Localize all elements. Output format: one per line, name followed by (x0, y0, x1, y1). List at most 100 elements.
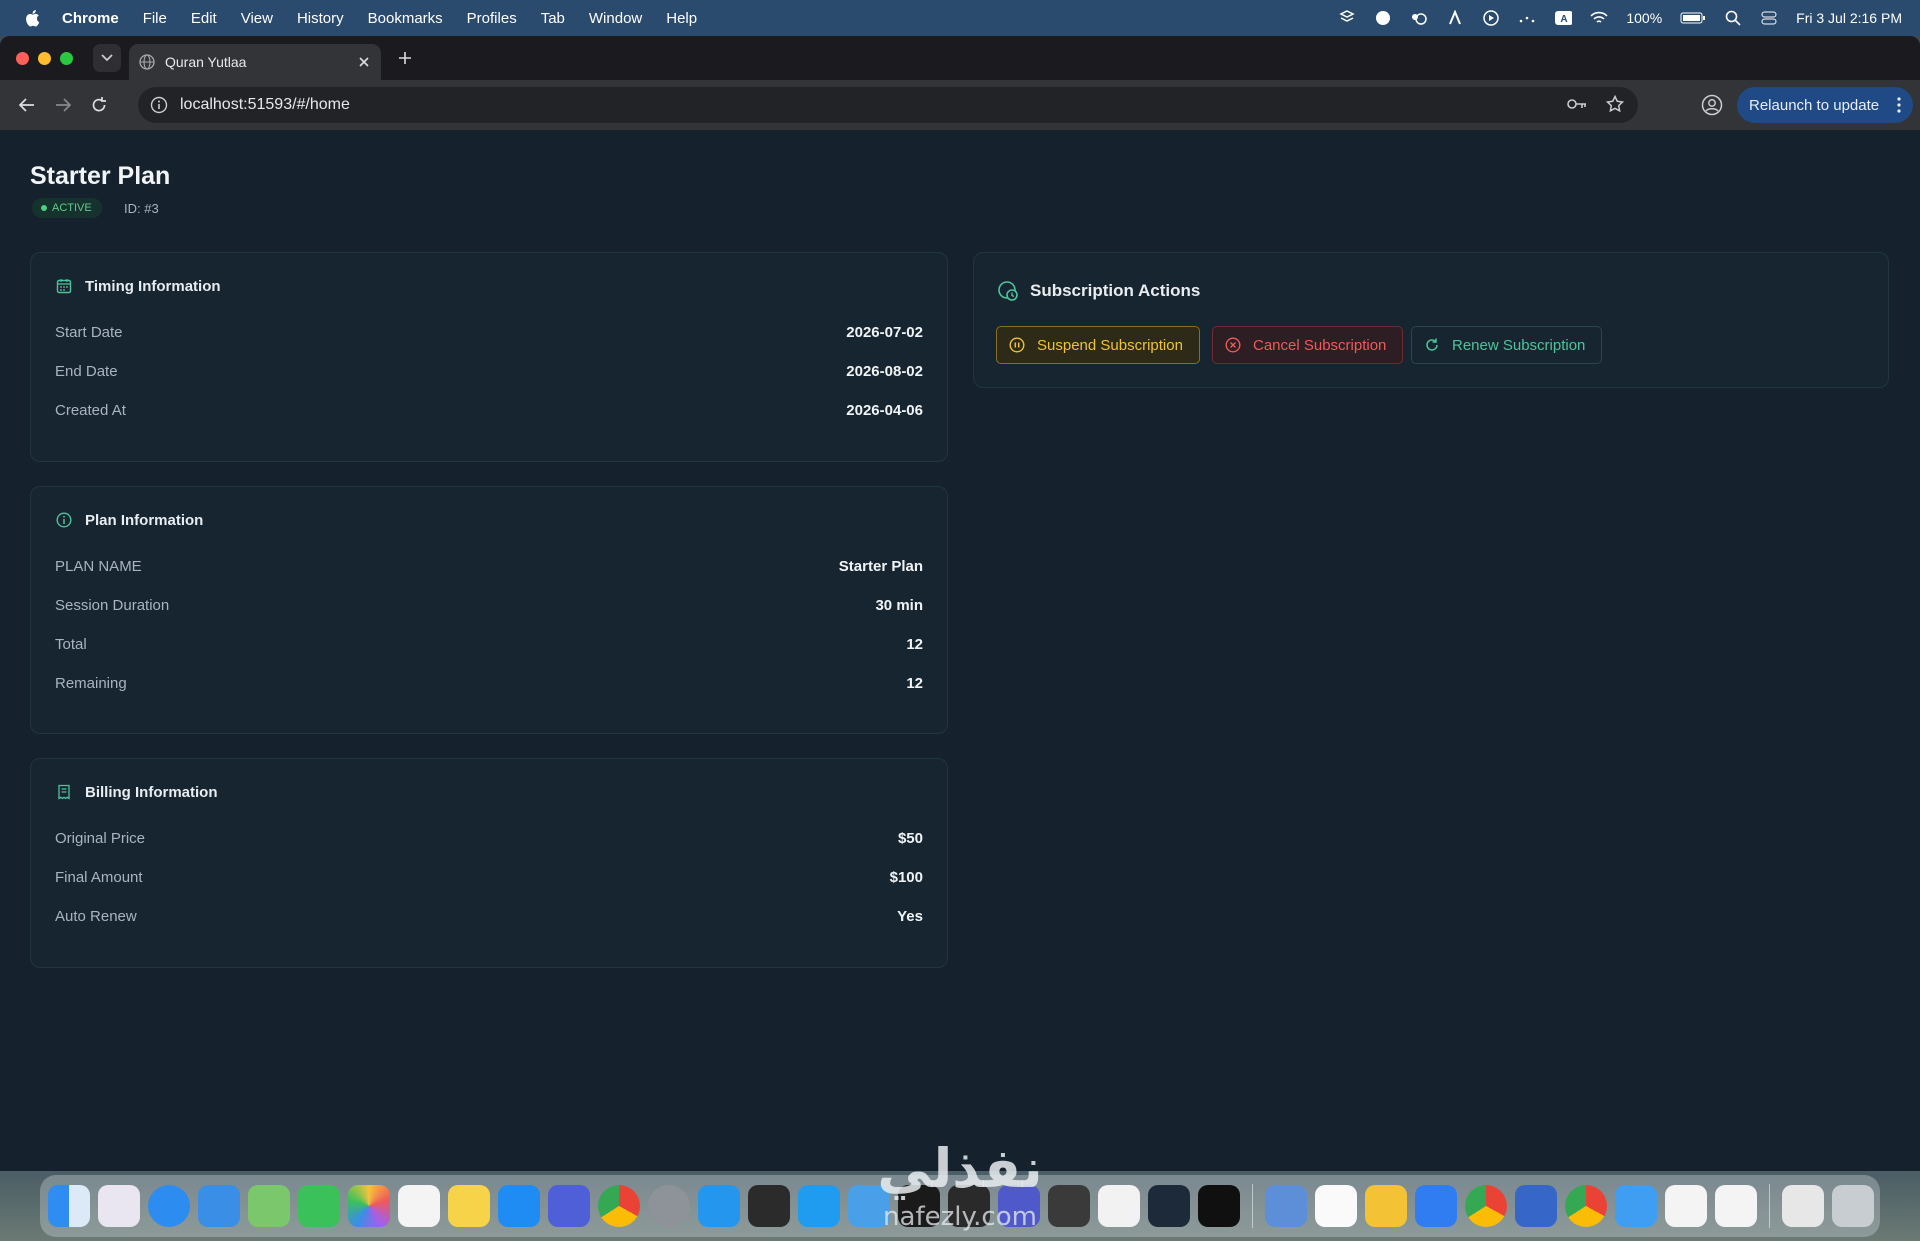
info-row: Start Date 2026-07-02 (55, 321, 923, 343)
mile-app-icon[interactable] (1665, 1185, 1707, 1227)
messenger-icon[interactable] (1374, 9, 1392, 27)
more-menu-icon[interactable] (1897, 97, 1901, 113)
row-label: Final Amount (55, 868, 143, 886)
outline-vpn-icon[interactable] (1515, 1185, 1557, 1227)
row-label: Auto Renew (55, 907, 137, 925)
site-info-icon[interactable] (150, 96, 168, 114)
button-label: Renew Subscription (1452, 336, 1586, 354)
forward-button[interactable] (52, 94, 74, 116)
reload-icon (92, 97, 106, 112)
zoom-window-button[interactable] (60, 51, 73, 65)
vscode-icon[interactable] (798, 1185, 840, 1227)
chevron-down-icon (101, 54, 113, 62)
reload-button[interactable] (88, 94, 110, 116)
launchpad-icon[interactable] (98, 1185, 140, 1227)
menu-view[interactable]: View (241, 10, 273, 27)
wifi-icon[interactable] (1590, 9, 1608, 27)
app-store-icon[interactable] (498, 1185, 540, 1227)
apple-logo-icon[interactable] (22, 8, 42, 28)
chrome-profile-icon[interactable] (1565, 1185, 1607, 1227)
safari-icon[interactable] (148, 1185, 190, 1227)
zed-icon[interactable] (1198, 1185, 1240, 1227)
new-tab-button[interactable] (395, 48, 415, 68)
close-tab-icon[interactable] (357, 55, 371, 69)
docker-icon[interactable] (698, 1185, 740, 1227)
pen-icon[interactable] (1446, 9, 1464, 27)
minimize-window-button[interactable] (38, 51, 51, 65)
card-header: Subscription Actions (996, 279, 1200, 303)
photos-icon[interactable] (348, 1185, 390, 1227)
row-label: Total (55, 635, 87, 653)
play-icon[interactable] (1482, 9, 1500, 27)
menu-file[interactable]: File (143, 10, 167, 27)
reminders-icon[interactable] (398, 1185, 440, 1227)
renew-subscription-button[interactable]: Renew Subscription (1411, 326, 1603, 364)
tips-icon[interactable] (1365, 1185, 1407, 1227)
plus-icon (399, 52, 411, 64)
documents-folder-icon[interactable] (1782, 1185, 1824, 1227)
chrome-icon[interactable] (598, 1185, 640, 1227)
close-window-button[interactable] (16, 51, 29, 65)
row-value: $50 (897, 829, 923, 847)
macos-menu-bar: Chrome File Edit View History Bookmarks … (0, 0, 1920, 36)
profile-avatar-icon[interactable] (1701, 94, 1723, 116)
xcode-icon[interactable] (1715, 1185, 1757, 1227)
chrome-app-icon[interactable] (1465, 1185, 1507, 1227)
control-center-icon[interactable] (1760, 9, 1778, 27)
tab-search-button[interactable] (93, 44, 121, 72)
affinity-icon[interactable] (1098, 1185, 1140, 1227)
menu-window[interactable]: Window (589, 10, 642, 27)
card-header: Plan Information (55, 511, 203, 529)
url-text: localhost:51593/#/home (180, 96, 350, 113)
back-button[interactable] (16, 94, 38, 116)
browser-tab[interactable]: Quran Yutlaa (129, 44, 381, 80)
mail-icon[interactable] (198, 1185, 240, 1227)
preview-icon[interactable] (1265, 1185, 1307, 1227)
finder-icon[interactable] (48, 1185, 90, 1227)
system-settings-icon[interactable] (648, 1185, 690, 1227)
address-bar[interactable]: localhost:51593/#/home (138, 87, 1638, 123)
bookmark-star-icon[interactable] (1606, 95, 1624, 113)
info-circle-icon (55, 511, 73, 529)
battery-icon[interactable] (1680, 9, 1706, 27)
menu-edit[interactable]: Edit (191, 10, 217, 27)
password-key-icon[interactable] (1566, 95, 1588, 113)
spotlight-search-icon[interactable] (1724, 9, 1742, 27)
tableplus-icon[interactable] (748, 1185, 790, 1227)
android-studio-icon[interactable] (1148, 1185, 1190, 1227)
calendar-app-icon[interactable] (1315, 1185, 1357, 1227)
subscription-id: ID: #3 (124, 201, 159, 216)
row-value: 30 min (875, 596, 923, 614)
dock-separator (1769, 1184, 1770, 1228)
menu-app-name[interactable]: Chrome (62, 10, 119, 27)
window-controls (16, 51, 73, 65)
card-title: Plan Information (85, 511, 204, 529)
testflight-icon[interactable] (1615, 1185, 1657, 1227)
simulator-icon[interactable] (548, 1185, 590, 1227)
trash-icon[interactable] (1832, 1185, 1874, 1227)
notes-icon[interactable] (448, 1185, 490, 1227)
menu-profiles[interactable]: Profiles (467, 10, 517, 27)
button-label: Suspend Subscription (1037, 336, 1183, 354)
battery-percent: 100% (1626, 10, 1663, 26)
dropbox-icon[interactable] (1338, 9, 1356, 27)
facetime-icon[interactable] (298, 1185, 340, 1227)
suspend-subscription-button[interactable]: Suspend Subscription (996, 326, 1200, 364)
relaunch-update-button[interactable]: Relaunch to update (1737, 87, 1914, 123)
maps-icon[interactable] (248, 1185, 290, 1227)
cancel-subscription-button[interactable]: Cancel Subscription (1212, 326, 1404, 364)
row-value: Starter Plan (838, 557, 923, 575)
quicktime-icon[interactable] (1415, 1185, 1457, 1227)
weather-icon[interactable] (1410, 9, 1428, 27)
menu-tab[interactable]: Tab (541, 10, 565, 27)
info-row: Final Amount $100 (55, 866, 923, 888)
dots-icon[interactable] (1518, 9, 1536, 27)
timing-information-card: Timing Information Start Date 2026-07-02 … (30, 252, 948, 462)
dock-separator (1252, 1184, 1253, 1228)
menu-clock[interactable]: Fri 3 Jul 2:16 PM (1796, 10, 1902, 26)
input-source-icon[interactable]: A (1554, 9, 1573, 27)
menu-bookmarks[interactable]: Bookmarks (368, 10, 443, 27)
menu-help[interactable]: Help (666, 10, 697, 27)
menu-history[interactable]: History (297, 10, 344, 27)
subscription-actions-card: Subscription Actions Suspend Subscriptio… (973, 252, 1889, 388)
